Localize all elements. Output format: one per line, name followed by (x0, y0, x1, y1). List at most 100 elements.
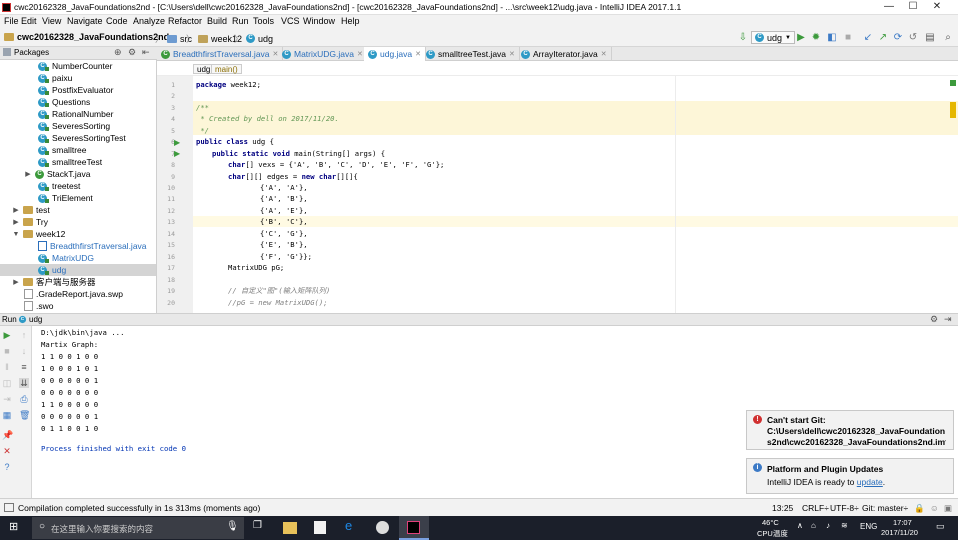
menu-navigate[interactable]: Navigate (67, 16, 103, 26)
tree-item-week12[interactable]: ▼ week12 (12, 228, 66, 240)
lock-icon[interactable]: 🔒 (914, 503, 925, 514)
tree-item-paixu[interactable]: Cpaixu (38, 72, 72, 84)
layout-icon[interactable]: ▦ (2, 410, 12, 420)
tree-item-numbercounter[interactable]: C NumberCounter (38, 60, 112, 72)
menu-edit[interactable]: Edit (21, 16, 37, 26)
menu-analyze[interactable]: Analyze (133, 16, 165, 26)
tab-matrixudg[interactable]: C MatrixUDG.java ✕ (278, 47, 368, 61)
menu-refactor[interactable]: Refactor (168, 16, 202, 26)
tree-item-severessortingtest[interactable]: C SeveresSortingTest (38, 132, 126, 144)
down-icon[interactable]: ↓ (19, 346, 29, 356)
tree-item-smalltreetest[interactable]: CsmalltreeTest (38, 156, 102, 168)
chevron-down-icon[interactable]: ▼ (12, 231, 20, 238)
menu-vcs[interactable]: VCS (281, 16, 300, 26)
tree-item-breadthfirsttraversal[interactable]: BreadthfirstTraversal.java (38, 240, 147, 252)
inspection-ok-icon[interactable] (950, 80, 956, 86)
taskbar-search[interactable]: ○ 在这里输入你要搜索的内容 🎙 (32, 517, 244, 539)
line-separator[interactable]: CRLF÷ (802, 503, 829, 513)
target-icon[interactable]: ⊕ (114, 47, 122, 58)
edge-icon[interactable]: e (345, 518, 352, 534)
pause-icon[interactable]: ‖ (2, 362, 12, 372)
tree-item-gradereport-swp[interactable]: .GradeReport.java.swp (24, 288, 123, 300)
tree-item-try[interactable]: ▶ Try (12, 216, 48, 228)
chevron-right-icon[interactable]: ▶ (12, 206, 20, 214)
tab-smalltreetest[interactable]: C smalltreeTest.java ✕ (422, 47, 520, 61)
update-link[interactable]: update (857, 477, 883, 487)
vcs-history-icon[interactable]: ⟳ (892, 32, 904, 44)
tree-item-rationalnumber[interactable]: C RationalNumber (38, 108, 113, 120)
close-tab-icon[interactable]: ✕ (509, 48, 515, 61)
tab-breadthfirsttraversal[interactable]: C BreadthfirstTraversal.java ✕ (157, 47, 284, 61)
tab-udg[interactable]: C udg.java ✕ (364, 47, 427, 61)
tree-item-severessorting[interactable]: C SeveresSorting (38, 120, 110, 132)
vcs-update-icon[interactable]: ↙ (862, 32, 874, 44)
breadcrumb-file[interactable]: 〉 C udg (234, 32, 273, 45)
tray-up-icon[interactable]: ∧ (797, 521, 803, 537)
volume-icon[interactable]: ♪ (826, 521, 830, 537)
run-tab-udg[interactable]: udg (29, 315, 42, 324)
build-icon[interactable]: ⇩ (737, 32, 749, 44)
breadcrumb-project[interactable]: cwc20162328_JavaFoundations2nd (4, 32, 169, 42)
tree-item-questions[interactable]: C Questions (38, 96, 90, 108)
run-config-select[interactable]: C udg ▼ (751, 31, 795, 44)
action-center-icon[interactable]: ▭ (936, 521, 945, 537)
revert-icon[interactable]: ↺ (907, 32, 919, 44)
menu-build[interactable]: Build (207, 16, 227, 26)
menu-help[interactable]: Help (341, 16, 360, 26)
rerun-icon[interactable]: ▶ (2, 330, 12, 340)
close-icon[interactable]: ✕ (2, 446, 12, 456)
gear-icon[interactable]: ⚙ (128, 47, 136, 58)
tree-item-trielement[interactable]: C TriElement (38, 192, 93, 204)
print-icon[interactable]: ⎙ (19, 394, 29, 404)
app-icon[interactable] (376, 521, 389, 534)
coverage-icon[interactable]: ◧ (826, 32, 838, 44)
project-structure-icon[interactable]: ▤ (924, 32, 936, 44)
chevron-right-icon[interactable]: ▶ (12, 278, 20, 286)
close-tab-icon[interactable]: ✕ (601, 48, 607, 61)
hide-panel-icon[interactable]: ⇥ (944, 314, 952, 325)
tree-item-client-server[interactable]: ▶ 客户端与服务器 (12, 276, 95, 288)
menu-view[interactable]: View (42, 16, 61, 26)
network-icon[interactable]: ⌂ (811, 521, 816, 537)
tree-item-treetest[interactable]: Ctreetest (38, 180, 80, 192)
vcs-commit-icon[interactable]: ↗ (877, 32, 889, 44)
scroll-to-end-icon[interactable]: ⇊ (19, 378, 29, 388)
windows-start-icon[interactable]: ⊞ (9, 520, 18, 536)
task-view-icon[interactable]: ❐ (253, 520, 262, 536)
stop-icon[interactable]: ■ (842, 32, 854, 44)
tree-item-matrixudg[interactable]: C MatrixUDG (38, 252, 94, 264)
tree-item-smalltree[interactable]: Csmalltree (38, 144, 86, 156)
code-editor[interactable]: 1 2 3 4 5 6 7 8 9 10 11 12 13 14 15 16 1… (157, 76, 958, 313)
run-gutter-icon[interactable]: ▶ (174, 138, 180, 147)
tool-windows-icon[interactable] (4, 503, 14, 512)
pin-icon[interactable]: 📌 (2, 430, 13, 440)
search-icon[interactable]: ⌕ (942, 32, 954, 44)
tree-item-postfixevaluator[interactable]: C PostfixEvaluator (38, 84, 113, 96)
close-tab-icon[interactable]: ✕ (357, 48, 363, 61)
tree-item-test[interactable]: ▶ test (12, 204, 49, 216)
event-log-icon[interactable]: ▣ (944, 503, 952, 514)
gear-icon[interactable]: ⚙ (930, 314, 938, 325)
hide-panel-icon[interactable]: ⇤ (142, 47, 150, 58)
chevron-right-icon[interactable]: ▶ (24, 170, 32, 178)
menu-tools[interactable]: Tools (253, 16, 274, 26)
project-view-select[interactable]: Packages (14, 48, 49, 57)
language-indicator[interactable]: ENG (860, 522, 877, 538)
exit-icon[interactable]: ⇥ (2, 394, 12, 404)
menu-code[interactable]: Code (106, 16, 128, 26)
breadcrumb-method[interactable]: main() (211, 64, 242, 74)
git-branch[interactable]: Git: master÷ (862, 503, 908, 513)
microphone-icon[interactable]: 🎙 (226, 521, 239, 532)
store-icon[interactable] (314, 521, 326, 534)
menu-window[interactable]: Window (303, 16, 335, 26)
warning-marker[interactable] (950, 102, 956, 118)
menu-run[interactable]: Run (232, 16, 249, 26)
menu-file[interactable]: File (4, 16, 19, 26)
update-notification[interactable]: i Platform and Plugin Updates IntelliJ I… (746, 458, 954, 494)
tab-arrayiterator[interactable]: C ArrayIterator.java ✕ (517, 47, 612, 61)
chevron-down-icon[interactable]: ⌄ (941, 435, 948, 444)
help-icon[interactable]: ? (2, 462, 12, 472)
trash-icon[interactable]: 🗑 (19, 410, 30, 420)
close-tab-icon[interactable]: ✕ (415, 48, 421, 61)
caret-position[interactable]: 13:25 (772, 503, 793, 513)
